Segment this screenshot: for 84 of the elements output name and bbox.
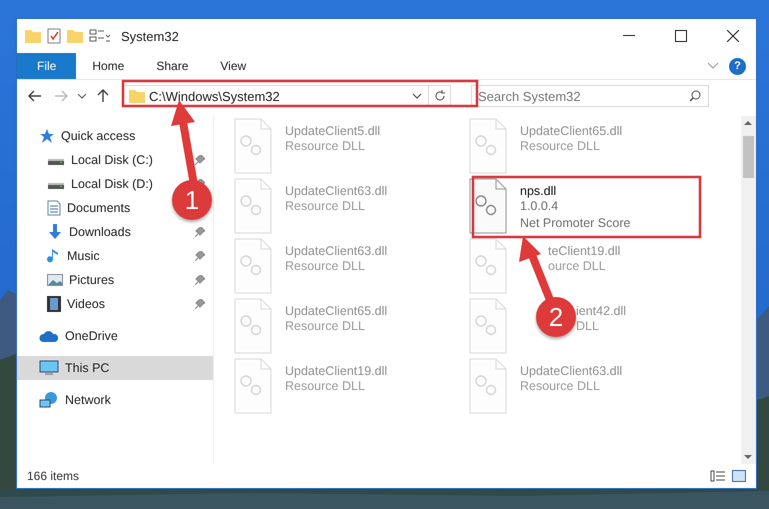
- sidebar-label: Music: [67, 249, 100, 263]
- search-icon: [689, 90, 701, 102]
- file-name: UpdateClient5.dll: [285, 124, 380, 138]
- sidebar-label: Pictures: [69, 273, 114, 287]
- up-arrow-icon: [97, 89, 109, 103]
- file-detail: Resource DLL: [285, 318, 366, 335]
- file-detail: Net Promoter Score: [520, 215, 630, 232]
- details-view-icon: [710, 470, 726, 482]
- file-name: teClient19.dll: [548, 244, 620, 258]
- sidebar-item[interactable]: OneDrive: [17, 324, 124, 348]
- download-icon: [47, 224, 63, 240]
- chevron-down-icon: [707, 62, 719, 70]
- scroll-down-icon: [744, 455, 752, 460]
- sidebar-label: OneDrive: [65, 329, 118, 343]
- file-detail: Resource DLL: [285, 138, 366, 155]
- file-name: UpdateClient65.dll: [520, 124, 622, 138]
- refresh-icon: [434, 90, 446, 102]
- file-detail: Resource DLL: [285, 378, 366, 395]
- cloud-icon: [39, 330, 59, 342]
- file-menu-tab[interactable]: File: [17, 53, 76, 79]
- maximize-icon: [675, 30, 687, 42]
- document-icon: [47, 200, 61, 216]
- network-icon: [39, 392, 59, 408]
- file-name: UpdateClient63.dll: [285, 244, 388, 258]
- sidebar-item[interactable]: Downloads: [17, 220, 137, 244]
- file-name: UpdateClient19.dll: [285, 364, 388, 378]
- caret-icon: [78, 94, 86, 98]
- sidebar-item[interactable]: Network: [17, 388, 117, 412]
- forward-arrow-icon: [54, 90, 68, 102]
- file-detail: Resource DLL: [285, 258, 366, 275]
- back-arrow-icon: [28, 90, 42, 102]
- monitor-icon: [39, 360, 59, 376]
- music-note-icon: [47, 248, 61, 264]
- properties-icon: [47, 28, 61, 44]
- file-detail: Resource DLL: [520, 378, 601, 395]
- close-icon: [727, 30, 739, 42]
- ribbon-tab[interactable]: Share: [140, 53, 204, 79]
- folder-icon: [25, 29, 41, 43]
- star-icon: [39, 128, 55, 144]
- customize-toolbar-icon: [89, 29, 111, 43]
- file-name: nps.dll: [520, 184, 558, 198]
- sidebar-label: Network: [65, 393, 111, 407]
- folder-icon: [129, 89, 145, 103]
- sidebar-label: Documents: [67, 201, 130, 215]
- search-field[interactable]: Search System32: [471, 85, 709, 107]
- sidebar-label: Downloads: [69, 225, 131, 239]
- file-name: ient42.dll: [576, 304, 626, 318]
- sidebar-item[interactable]: Local Disk (D:): [17, 172, 159, 196]
- scrollbar-thumb[interactable]: [743, 136, 754, 178]
- sidebar-item[interactable]: Pictures: [17, 268, 120, 292]
- file-detail: Resource DLL: [285, 198, 366, 215]
- window-title: System32: [121, 28, 179, 44]
- sidebar-label: Local Disk (C:): [71, 153, 153, 167]
- sidebar-label: This PC: [65, 361, 110, 375]
- address-path: C:\Windows\System32: [149, 88, 281, 104]
- scrollbar[interactable]: [741, 116, 756, 464]
- pictures-icon: [47, 273, 63, 287]
- scroll-up-icon: [744, 120, 752, 125]
- sidebar-label: Quick access: [61, 129, 136, 143]
- ribbon-tab[interactable]: Home: [76, 53, 140, 79]
- minimize-icon: [623, 35, 635, 37]
- file-detail: Resource DLL: [520, 138, 601, 155]
- large-icons-view-icon: [732, 470, 746, 482]
- file-detail: 1.0.0.4: [520, 198, 560, 215]
- sidebar-label: Local Disk (D:): [71, 177, 153, 191]
- item-count: 166 items: [27, 469, 80, 483]
- sidebar-item[interactable]: Quick access: [17, 124, 142, 148]
- dropdown-caret-icon: [412, 93, 422, 99]
- new-folder-icon: [67, 29, 83, 43]
- sidebar-label: Videos: [67, 297, 105, 311]
- file-detail: ource DLL: [548, 258, 607, 275]
- sidebar-item[interactable]: Documents: [17, 196, 136, 220]
- file-name: UpdateClient65.dll: [285, 304, 388, 318]
- sidebar-item[interactable]: Videos: [17, 292, 111, 316]
- film-icon: [47, 296, 61, 312]
- sidebar-item[interactable]: Local Disk (C:): [17, 148, 159, 172]
- ribbon-tab[interactable]: View: [204, 53, 262, 79]
- sidebar-item[interactable]: Music: [17, 244, 106, 268]
- file-name: UpdateClient63.dll: [520, 364, 622, 378]
- file-name: UpdateClient63.dll: [285, 184, 388, 198]
- address-field[interactable]: C:\Windows\System32: [123, 85, 451, 107]
- sidebar-item[interactable]: This PC: [17, 356, 213, 380]
- file-detail: DLL: [576, 318, 600, 335]
- help-button[interactable]: ?: [729, 58, 746, 74]
